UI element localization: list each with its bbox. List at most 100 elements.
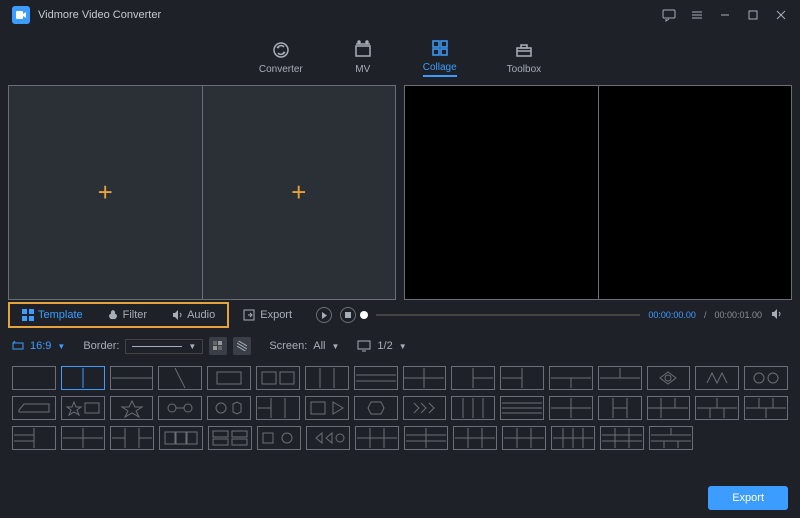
template-item[interactable] bbox=[453, 426, 497, 450]
template-item[interactable] bbox=[12, 366, 56, 390]
workspace: + + bbox=[0, 85, 800, 300]
tab-filter[interactable]: Filter bbox=[95, 304, 159, 326]
template-item[interactable] bbox=[403, 366, 447, 390]
template-item[interactable] bbox=[598, 366, 642, 390]
app-title: Vidmore Video Converter bbox=[38, 9, 662, 21]
tabs-row: Template Filter Audio Export 00:00:00.00… bbox=[0, 300, 800, 330]
template-item[interactable] bbox=[695, 396, 739, 420]
add-icon: + bbox=[98, 177, 113, 208]
template-item[interactable] bbox=[600, 426, 644, 450]
time-sep: / bbox=[704, 310, 707, 320]
feedback-icon[interactable] bbox=[662, 8, 676, 22]
template-item[interactable] bbox=[551, 426, 595, 450]
page-control[interactable]: 1/2 ▼ bbox=[357, 340, 406, 352]
export-icon bbox=[243, 309, 255, 321]
nav-toolbox[interactable]: Toolbox bbox=[507, 40, 541, 75]
template-item[interactable] bbox=[647, 366, 691, 390]
template-item[interactable] bbox=[451, 366, 495, 390]
template-item[interactable] bbox=[256, 396, 300, 420]
template-item[interactable] bbox=[257, 426, 301, 450]
collage-canvas: + + bbox=[8, 85, 396, 300]
template-item[interactable] bbox=[649, 426, 693, 450]
template-item[interactable] bbox=[598, 396, 642, 420]
play-button[interactable] bbox=[316, 307, 332, 323]
template-item[interactable] bbox=[110, 396, 154, 420]
tab-export[interactable]: Export bbox=[229, 309, 306, 321]
border-style-select[interactable]: ▼ bbox=[125, 339, 203, 354]
template-item[interactable] bbox=[500, 366, 544, 390]
template-item[interactable] bbox=[404, 426, 448, 450]
template-item[interactable] bbox=[744, 366, 788, 390]
template-item[interactable] bbox=[207, 366, 251, 390]
export-button[interactable]: Export bbox=[708, 486, 788, 510]
border-pattern-button[interactable] bbox=[233, 337, 251, 355]
aspect-ratio-select[interactable]: 16:9 ▼ bbox=[12, 340, 65, 352]
stop-button[interactable] bbox=[340, 307, 356, 323]
template-item[interactable] bbox=[305, 366, 349, 390]
app-logo bbox=[12, 6, 30, 24]
template-item[interactable] bbox=[12, 396, 56, 420]
chevron-down-icon: ▼ bbox=[57, 342, 65, 351]
template-item[interactable] bbox=[354, 366, 398, 390]
border-line-preview bbox=[132, 346, 182, 347]
footer: Export bbox=[708, 486, 788, 510]
preview-slot-1 bbox=[405, 86, 599, 299]
collage-slot-1[interactable]: + bbox=[9, 86, 203, 299]
preview-slot-2 bbox=[599, 86, 792, 299]
mv-icon bbox=[353, 40, 373, 60]
menu-icon[interactable] bbox=[690, 8, 704, 22]
converter-icon bbox=[271, 40, 291, 60]
chevron-down-icon: ▼ bbox=[188, 342, 196, 351]
template-item[interactable] bbox=[744, 396, 788, 420]
template-item[interactable] bbox=[647, 396, 691, 420]
template-item[interactable] bbox=[305, 396, 349, 420]
progress-handle[interactable] bbox=[360, 311, 368, 319]
controls-row: 16:9 ▼ Border: ▼ Screen: All ▼ 1/2 ▼ bbox=[0, 330, 800, 362]
template-item[interactable] bbox=[61, 396, 105, 420]
template-item[interactable] bbox=[549, 396, 593, 420]
border-color-button[interactable] bbox=[209, 337, 227, 355]
minimize-icon[interactable] bbox=[718, 8, 732, 22]
screen-control: Screen: All ▼ bbox=[269, 340, 339, 352]
collage-slot-2[interactable]: + bbox=[203, 86, 396, 299]
time-current: 00:00:00.00 bbox=[648, 310, 696, 320]
template-item[interactable] bbox=[451, 396, 495, 420]
toolbox-icon bbox=[514, 40, 534, 60]
screen-select[interactable]: All ▼ bbox=[313, 340, 339, 352]
template-item[interactable] bbox=[110, 366, 154, 390]
template-item[interactable] bbox=[158, 366, 202, 390]
border-control: Border: ▼ bbox=[83, 337, 251, 355]
screen-icon bbox=[357, 340, 371, 352]
template-item[interactable] bbox=[12, 426, 56, 450]
template-item[interactable] bbox=[306, 426, 350, 450]
chevron-down-icon: ▼ bbox=[332, 342, 340, 351]
tab-group: Template Filter Audio bbox=[8, 302, 229, 328]
close-icon[interactable] bbox=[774, 8, 788, 22]
template-item[interactable] bbox=[158, 396, 202, 420]
tab-template[interactable]: Template bbox=[10, 304, 95, 326]
template-item[interactable] bbox=[61, 426, 105, 450]
nav-converter[interactable]: Converter bbox=[259, 40, 303, 75]
volume-icon[interactable] bbox=[770, 308, 782, 322]
template-item[interactable] bbox=[61, 366, 105, 390]
template-item[interactable] bbox=[159, 426, 203, 450]
template-item[interactable] bbox=[355, 426, 399, 450]
template-item[interactable] bbox=[256, 366, 300, 390]
template-item[interactable] bbox=[208, 426, 252, 450]
preview-canvas bbox=[404, 85, 792, 300]
maximize-icon[interactable] bbox=[746, 8, 760, 22]
template-item[interactable] bbox=[110, 426, 154, 450]
template-item[interactable] bbox=[695, 366, 739, 390]
tab-audio[interactable]: Audio bbox=[159, 304, 227, 326]
template-item[interactable] bbox=[403, 396, 447, 420]
time-total: 00:00:01.00 bbox=[714, 310, 762, 320]
template-item[interactable] bbox=[207, 396, 251, 420]
template-item[interactable] bbox=[500, 396, 544, 420]
main-nav: Converter MV Collage Toolbox bbox=[0, 30, 800, 85]
template-item[interactable] bbox=[354, 396, 398, 420]
progress-bar[interactable] bbox=[376, 314, 640, 316]
template-item[interactable] bbox=[549, 366, 593, 390]
nav-collage[interactable]: Collage bbox=[423, 38, 457, 77]
template-item[interactable] bbox=[502, 426, 546, 450]
nav-mv[interactable]: MV bbox=[353, 40, 373, 75]
